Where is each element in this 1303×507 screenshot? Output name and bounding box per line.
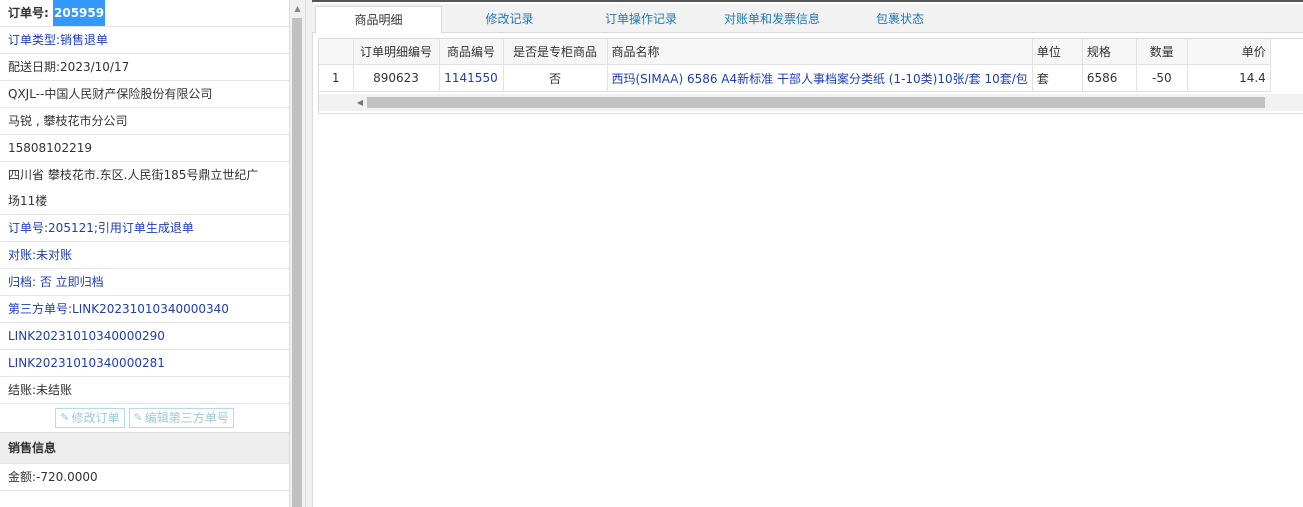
delivery-date: 配送日期:2023/10/17 [0,54,289,81]
sales-amount: 金额:-720.0000 [0,464,289,491]
archive-status[interactable]: 归档: 否 立即归档 [0,269,289,296]
detail-panel: 商品明细 修改记录 订单操作记录 对账单和发票信息 包裹状态 订单明细编号 商品… [312,0,1303,507]
cell-is-counter: 否 [503,64,608,92]
contact-phone: 15808102219 [0,135,289,162]
order-actions: ✎ 修改订单 ✎ 编辑第三方单号 [0,404,289,433]
address-line-1: 四川省 攀枝花市.东区.人民街185号鼎立世纪广 [8,168,259,182]
scrollbar-thumb[interactable] [292,18,302,507]
address-line-2: 场11楼 [0,188,289,215]
tab-bar: 商品明细 修改记录 订单操作记录 对账单和发票信息 包裹状态 [312,4,1303,34]
third-party-order-3: LINK20231010340000281 [0,350,289,377]
settlement-status: 结账:未结账 [0,377,289,404]
cell-unit: 套 [1032,64,1083,92]
top-border [312,0,1303,2]
edit-icon: ✎ [133,411,143,424]
order-info-panel: 订单号: 205959 订单类型:销售退单 配送日期:2023/10/17 QX… [0,0,289,507]
col-header-is-counter[interactable]: 是否是专柜商品 [503,39,608,65]
tab-order-operation-log[interactable]: 订单操作记录 [586,6,696,32]
third-party-order-2: LINK20231010340000290 [0,323,289,350]
order-id-label: 订单号: [8,6,49,20]
tab-modification-log[interactable]: 修改记录 [462,6,557,32]
edit-order-label: 修改订单 [71,411,120,425]
sales-info-header: 销售信息 [0,433,289,464]
edit-third-party-label: 编辑第三方单号 [144,411,229,425]
col-header-spec[interactable]: 规格 [1082,39,1137,65]
table-horizontal-scrollbar[interactable]: ◀ [319,94,1303,111]
cell-product-name[interactable]: 西玛(SIMAA) 6586 A4新标准 干部人事档案分类纸 (1-10类)10… [607,64,1033,92]
contact-person: 马锐 , 攀枝花市分公司 [0,108,289,135]
col-header-product-id[interactable]: 商品编号 [439,39,504,65]
tab-product-details[interactable]: 商品明细 [315,6,442,34]
customer-name: QXJL--中国人民财产保险股份有限公司 [0,81,289,108]
col-header-unit[interactable]: 单位 [1032,39,1083,65]
table-row[interactable]: 1 890623 1141550 否 西玛(SIMAA) 6586 A4新标准 … [319,64,1271,92]
third-party-order-1: 第三方单号:LINK20231010340000340 [0,296,289,323]
scroll-up-arrow-icon[interactable]: ▲ [290,2,305,16]
edit-icon: ✎ [60,411,70,424]
product-table-grid: 订单明细编号 商品编号 是否是专柜商品 商品名称 单位 规格 数量 单价 1 8… [319,39,1271,92]
cell-product-id[interactable]: 1141550 [439,64,504,92]
col-header-detail-id[interactable]: 订单明细编号 [353,39,440,65]
cell-detail-id: 890623 [353,64,440,92]
col-header-quantity[interactable]: 数量 [1136,39,1188,65]
horizontal-scrollbar-thumb[interactable] [367,97,1265,108]
table-header-row: 订单明细编号 商品编号 是否是专柜商品 商品名称 单位 规格 数量 单价 [319,39,1271,65]
tab-statement-invoice[interactable]: 对账单和发票信息 [712,6,832,32]
product-table: 订单明细编号 商品编号 是否是专柜商品 商品名称 单位 规格 数量 单价 1 8… [318,38,1303,114]
reconcile-status: 对账:未对账 [0,242,289,269]
scroll-left-arrow-icon[interactable]: ◀ [353,94,367,111]
cell-unit-price: 14.4 [1187,64,1271,92]
order-type: 订单类型:销售退单 [0,27,289,54]
cell-spec: 6586 [1082,64,1137,92]
reference-order: 订单号:205121;引用订单生成退单 [0,215,289,242]
cell-row-number: 1 [319,64,354,92]
cell-quantity: -50 [1136,64,1188,92]
left-panel-scrollbar[interactable]: ▲ [289,0,305,507]
order-id-row: 订单号: 205959 [0,0,289,27]
edit-order-button[interactable]: ✎ 修改订单 [55,408,125,428]
order-id-value[interactable]: 205959 [53,0,106,26]
col-header-unit-price[interactable]: 单价 [1187,39,1271,65]
edit-third-party-button[interactable]: ✎ 编辑第三方单号 [128,408,234,428]
col-header-product-name[interactable]: 商品名称 [607,39,1033,65]
tab-package-status[interactable]: 包裹状态 [860,6,940,32]
col-header-rownum [319,39,354,65]
